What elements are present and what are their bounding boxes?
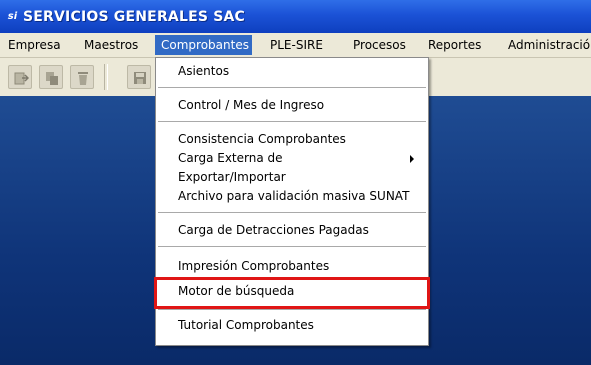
menu-item-consistencia-comprobantes[interactable]: Consistencia Comprobantes [156,130,428,149]
open-button[interactable] [8,65,32,89]
menu-item-impresion-comprobantes[interactable]: Impresión Comprobantes [156,257,428,276]
menu-empresa[interactable]: Empresa [4,35,65,55]
app-window: si SERVICIOS GENERALES SAC Empresa Maest… [0,0,591,365]
menu-separator [158,121,426,122]
copy-button[interactable] [39,65,63,89]
menu-item-asientos[interactable]: Asientos [156,62,428,81]
app-icon: si [7,11,18,22]
menu-ple-sire[interactable]: PLE-SIRE [266,35,327,55]
window-title: SERVICIOS GENERALES SAC [23,8,245,25]
menu-reportes[interactable]: Reportes [424,35,485,55]
menu-item-label: Carga Externa de [178,151,283,165]
delete-icon [78,72,88,85]
save-button[interactable] [127,65,151,89]
toolbar-separator [104,64,108,90]
highlight-box [154,277,430,309]
menu-procesos[interactable]: Procesos [349,35,410,55]
menu-administracion[interactable]: Administración [504,35,591,55]
copy-icon [46,72,58,85]
menu-separator [158,212,426,213]
menu-separator [158,246,426,247]
menu-bar: Empresa Maestros Comprobantes PLE-SIRE P… [0,33,591,58]
menu-item-control-mes-ingreso[interactable]: Control / Mes de Ingreso [156,96,428,115]
delete-button[interactable] [70,65,94,89]
menu-comprobantes[interactable]: Comprobantes [155,35,252,55]
open-icon [14,72,29,85]
menu-item-archivo-validacion-sunat[interactable]: Archivo para validación masiva SUNAT [156,187,428,206]
menu-maestros[interactable]: Maestros [80,35,142,55]
title-bar: si SERVICIOS GENERALES SAC [0,0,591,33]
submenu-arrow-icon [410,155,414,163]
save-icon [134,72,146,84]
menu-item-carga-detracciones[interactable]: Carga de Detracciones Pagadas [156,221,428,240]
menu-item-exportar-importar[interactable]: Exportar/Importar [156,168,428,187]
menu-separator [158,309,426,310]
menu-item-carga-externa[interactable]: Carga Externa de [156,149,428,168]
menu-separator [158,87,426,88]
menu-item-tutorial-comprobantes[interactable]: Tutorial Comprobantes [156,316,428,335]
